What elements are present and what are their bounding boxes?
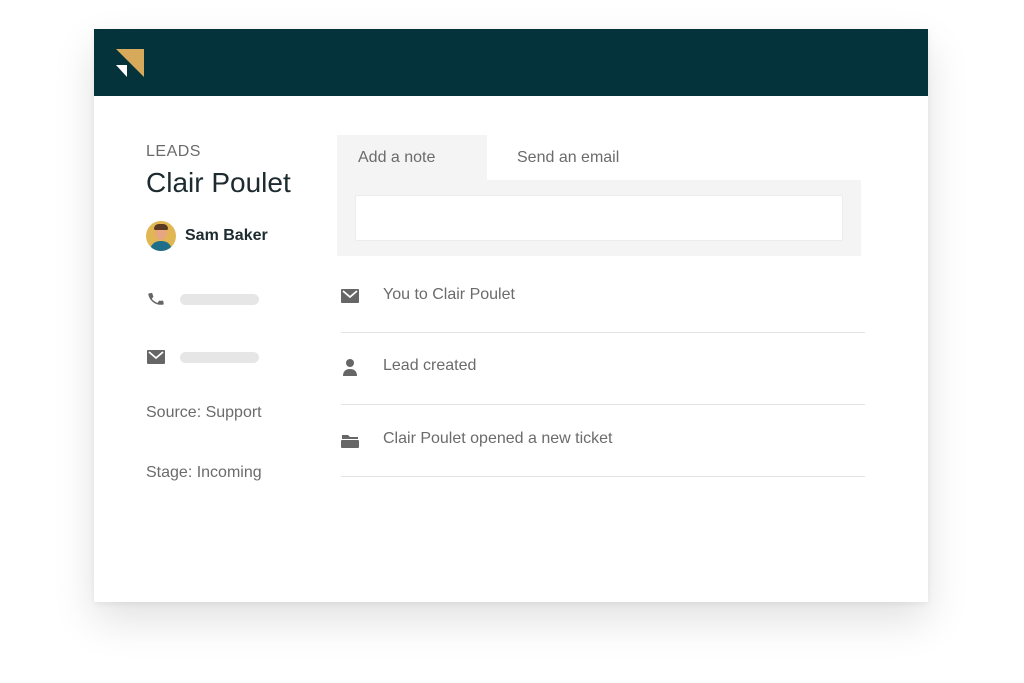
lead-source: Source: Support [146, 404, 262, 421]
phone-value-placeholder [180, 293, 259, 305]
activity-text: Clair Poulet opened a new ticket [383, 430, 613, 447]
tab-label: Add a note [358, 149, 436, 166]
note-input[interactable] [355, 195, 843, 241]
phone-icon [146, 291, 166, 307]
avatar [146, 221, 176, 251]
lead-stage: Stage: Incoming [146, 464, 262, 481]
activity-feed: You to Clair Poulet Lead created Clair P… [341, 261, 865, 477]
activity-text: Lead created [383, 357, 477, 374]
section-label: LEADS [146, 143, 201, 160]
lead-card: LEADS Clair Poulet Sam Baker Source: Sup… [94, 29, 928, 602]
owner-name: Sam Baker [185, 227, 268, 244]
email-row [146, 349, 259, 365]
envelope-icon [146, 349, 166, 365]
activity-item[interactable]: Clair Poulet opened a new ticket [341, 405, 865, 477]
tab-label: Send an email [517, 149, 620, 166]
brand-logo-icon[interactable] [113, 47, 145, 79]
folder-icon [341, 433, 359, 449]
lead-name: Clair Poulet [146, 167, 291, 198]
envelope-icon [341, 288, 359, 304]
activity-text: You to Clair Poulet [383, 286, 515, 303]
email-value-placeholder [180, 351, 259, 363]
tab-add-note[interactable]: Add a note [337, 135, 487, 181]
tab-send-email[interactable]: Send an email [487, 135, 667, 181]
user-icon [341, 359, 359, 376]
lead-owner[interactable]: Sam Baker [146, 221, 268, 251]
phone-row [146, 291, 259, 307]
activity-item[interactable]: Lead created [341, 333, 865, 405]
app-header [94, 29, 928, 96]
composer-panel [337, 180, 861, 256]
activity-item[interactable]: You to Clair Poulet [341, 261, 865, 333]
